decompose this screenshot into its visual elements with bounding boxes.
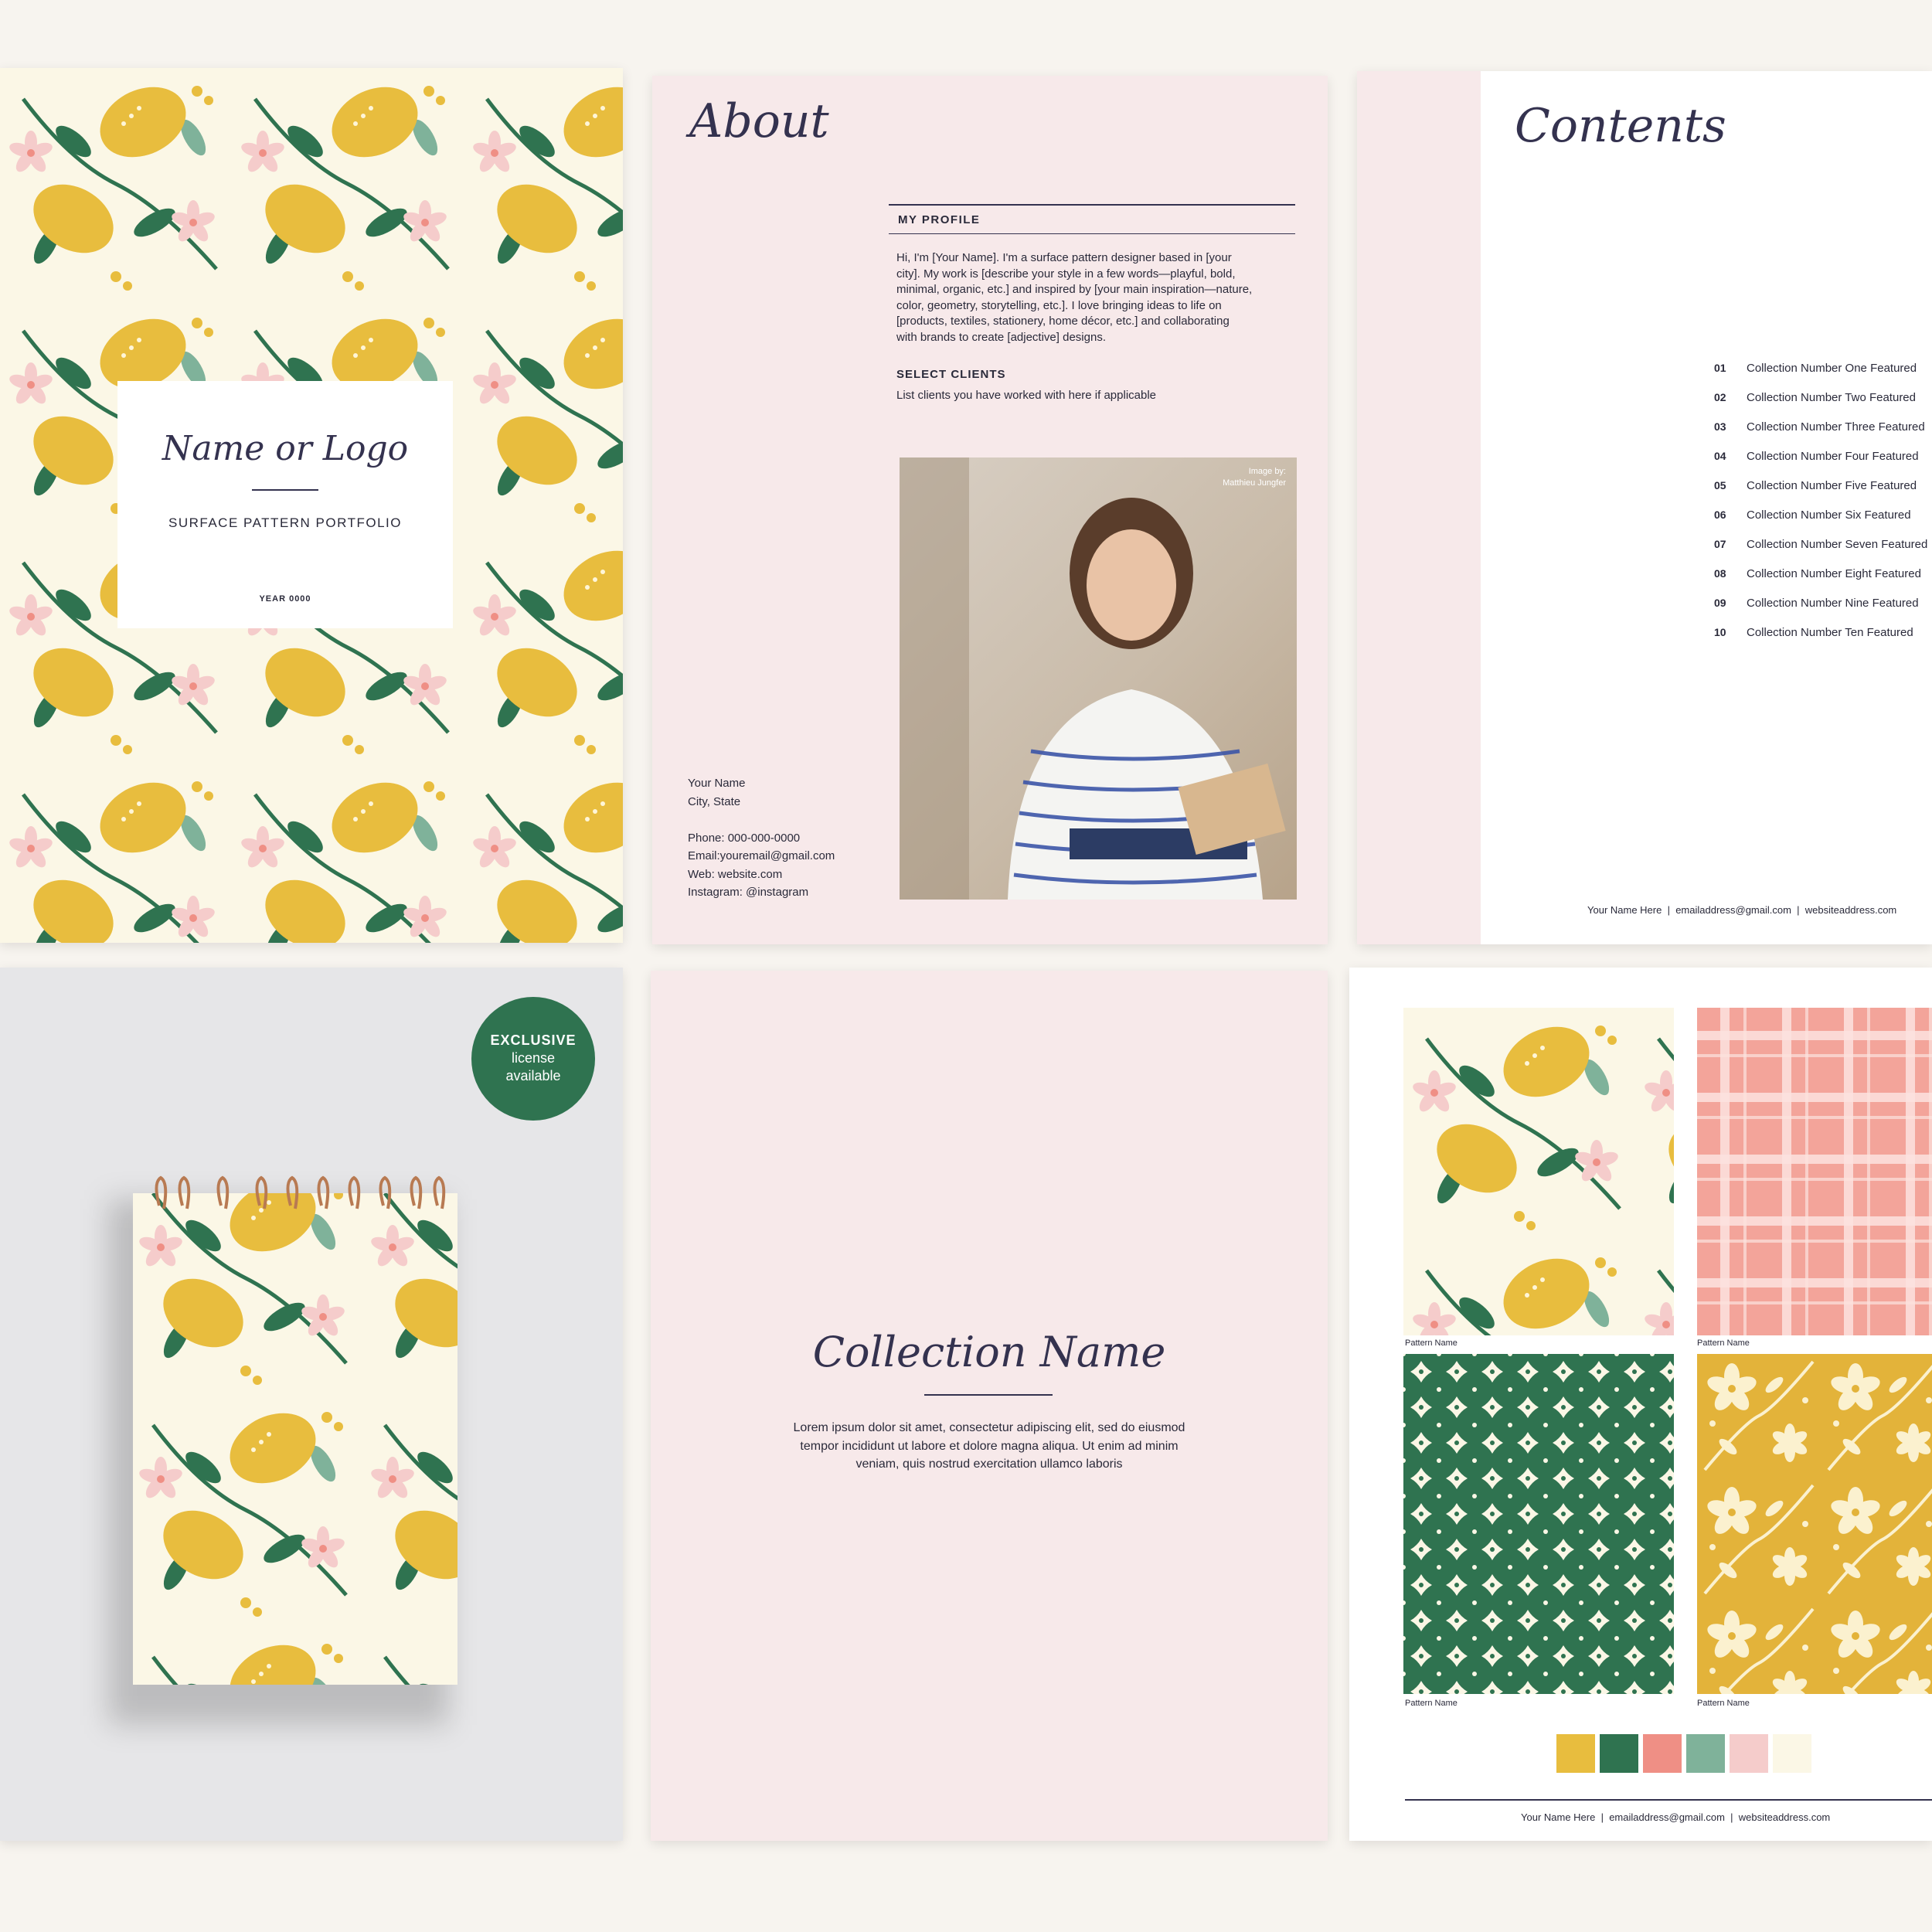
profile-line: with brands to create [adjective] design… [896, 330, 1106, 344]
person-illustration [900, 457, 1286, 900]
contents-item[interactable]: 06 Collection Number Six Featured [1714, 509, 1932, 538]
contents-item[interactable]: 10 Collection Number Ten Featured [1714, 626, 1932, 655]
pattern-footer: Your Name Here | emailaddress@gmail.com … [1521, 1811, 1831, 1823]
clients-heading: SELECT CLIENTS [896, 368, 1006, 381]
contents-heading: Contents [1515, 99, 1726, 153]
cover-title: Name or Logo [162, 429, 409, 468]
profile-line: [products, textiles, stationery, home dé… [896, 315, 1230, 328]
about-heading: About [689, 94, 829, 148]
contents-item[interactable]: 03 Collection Number Three Featured [1714, 420, 1932, 450]
swatch [1730, 1734, 1768, 1773]
contents-page: Contents 01 Collection Number One Feature… [1357, 71, 1932, 944]
contents-pink-strip [1357, 71, 1481, 944]
about-page: About MY PROFILE Hi, I'm [Your Name]. I'… [652, 76, 1328, 944]
pattern-caption: Pattern Name [1405, 1338, 1458, 1348]
profile-rule-top [889, 204, 1295, 206]
contents-item[interactable]: 09 Collection Number Nine Featured [1714, 597, 1932, 626]
contents-item[interactable]: 02 Collection Number Two Featured [1714, 391, 1932, 420]
profile-heading: MY PROFILE [898, 213, 981, 226]
collection-page: Collection Name Lorem ipsum dolor sit am… [651, 971, 1328, 1841]
cover-page: Name or Logo SURFACE PATTERN PORTFOLIO Y… [0, 68, 623, 943]
profile-photo: Image by: Matthieu Jungfer [900, 457, 1297, 900]
profile-line: city]. My work is [describe your style i… [896, 267, 1236, 281]
cover-divider [252, 489, 318, 491]
collection-title: Collection Name [812, 1328, 1166, 1376]
contact-name: Your Name [688, 777, 746, 790]
pattern-caption: Pattern Name [1697, 1338, 1750, 1348]
contact-city: City, State [688, 794, 741, 808]
contents-item[interactable]: 04 Collection Number Four Featured [1714, 450, 1932, 479]
contact-web: Web: website.com [688, 867, 783, 881]
exclusive-badge: EXCLUSIVE license available [471, 997, 595, 1121]
mockup-page: EXCLUSIVE license available [0, 968, 623, 1841]
contents-item[interactable]: 01 Collection Number One Featured [1714, 362, 1932, 391]
pattern-tile-lemon [1403, 1008, 1674, 1335]
contents-item[interactable]: 07 Collection Number Seven Featured [1714, 538, 1932, 567]
image-credit-line2: Matthieu Jungfer [1223, 478, 1286, 488]
contents-item[interactable]: 05 Collection Number Five Featured [1714, 479, 1932, 509]
swatch [1773, 1734, 1811, 1773]
contact-email: Email:youremail@gmail.com [688, 849, 835, 862]
contents-item[interactable]: 08 Collection Number Eight Featured [1714, 567, 1932, 597]
profile-line: Hi, I'm [Your Name]. I'm a surface patte… [896, 251, 1232, 264]
badge-line2: license [511, 1050, 556, 1066]
profile-rule-bottom [889, 233, 1295, 234]
contact-block: Your Name City, State Phone: 000-000-000… [688, 774, 835, 902]
profile-text: Hi, I'm [Your Name]. I'm a surface patte… [896, 250, 1252, 345]
notebook [133, 1175, 457, 1685]
pattern-grid-page: Pattern Name Pattern Name Pattern Name P… [1349, 968, 1932, 1841]
collection-divider [924, 1394, 1053, 1396]
contact-phone: Phone: 000-000-0000 [688, 831, 801, 845]
profile-line: color, geometry, storytelling, etc.]. I … [896, 298, 1222, 312]
cover-title-card: Name or Logo SURFACE PATTERN PORTFOLIO Y… [117, 381, 453, 628]
contents-list: 01 Collection Number One Featured 02 Colle… [1714, 362, 1932, 655]
pattern-tile-plaid [1697, 1008, 1932, 1335]
cover-subtitle: SURFACE PATTERN PORTFOLIO [168, 515, 402, 530]
pattern-tile-geometric [1403, 1354, 1674, 1694]
footer-rule [1405, 1799, 1932, 1801]
swatch [1556, 1734, 1595, 1773]
badge-line1: EXCLUSIVE [490, 1032, 577, 1048]
profile-line: minimal, organic, etc.] and inspired by … [896, 283, 1253, 296]
pattern-caption: Pattern Name [1405, 1699, 1458, 1708]
swatch [1686, 1734, 1725, 1773]
pattern-caption: Pattern Name [1697, 1699, 1750, 1708]
swatch [1643, 1734, 1682, 1773]
clients-text: List clients you have worked with here i… [896, 389, 1157, 402]
badge-line3: available [505, 1068, 561, 1083]
collection-description: Lorem ipsum dolor sit amet, consectetur … [793, 1421, 1185, 1471]
pattern-tile-floral [1697, 1354, 1932, 1694]
contents-footer: Your Name Here | emailaddress@gmail.com … [1587, 904, 1897, 916]
image-credit-line1: Image by: [1248, 467, 1286, 476]
swatch [1600, 1734, 1638, 1773]
cover-year: YEAR 0000 [259, 594, 311, 604]
contact-instagram: Instagram: @instagram [688, 886, 809, 899]
